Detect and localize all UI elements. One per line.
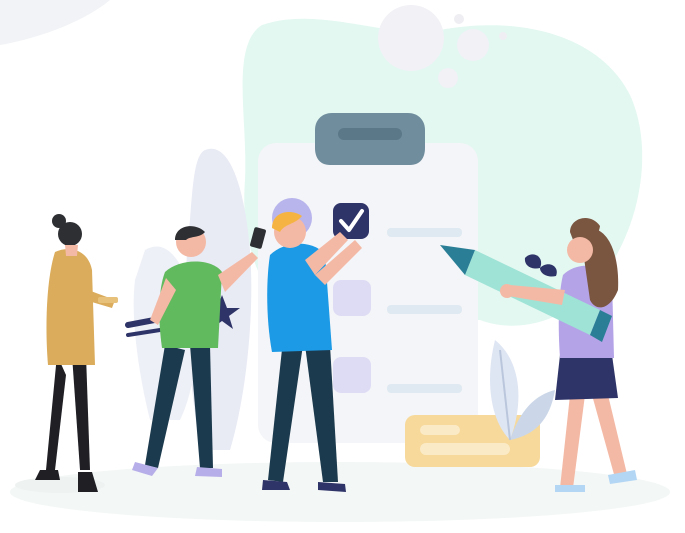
- list-line-3: [387, 384, 462, 393]
- corner-blob: [0, 0, 110, 45]
- list-line-1: [387, 228, 462, 237]
- leaf-icon: [490, 340, 555, 441]
- person-yellow: [15, 214, 118, 493]
- list-line-2: [387, 305, 462, 314]
- check-box-3: [333, 357, 371, 393]
- check-box-2: [333, 280, 371, 316]
- illustration-canvas: [0, 0, 670, 522]
